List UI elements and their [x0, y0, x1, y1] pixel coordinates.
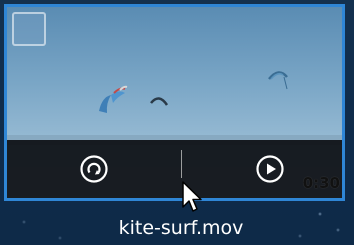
play-icon — [256, 155, 284, 183]
play-button[interactable] — [255, 154, 285, 184]
file-name-label[interactable]: kite-surf.mov — [0, 217, 354, 239]
rotate-icon — [80, 155, 108, 183]
rotate-button[interactable] — [79, 154, 109, 184]
video-duration: 0:30 — [302, 174, 340, 192]
playback-control-bar: 0:30 — [7, 140, 342, 198]
control-divider — [181, 150, 182, 178]
select-checkbox[interactable] — [12, 12, 46, 46]
video-thumbnail-tile[interactable]: 0:30 — [4, 4, 345, 201]
